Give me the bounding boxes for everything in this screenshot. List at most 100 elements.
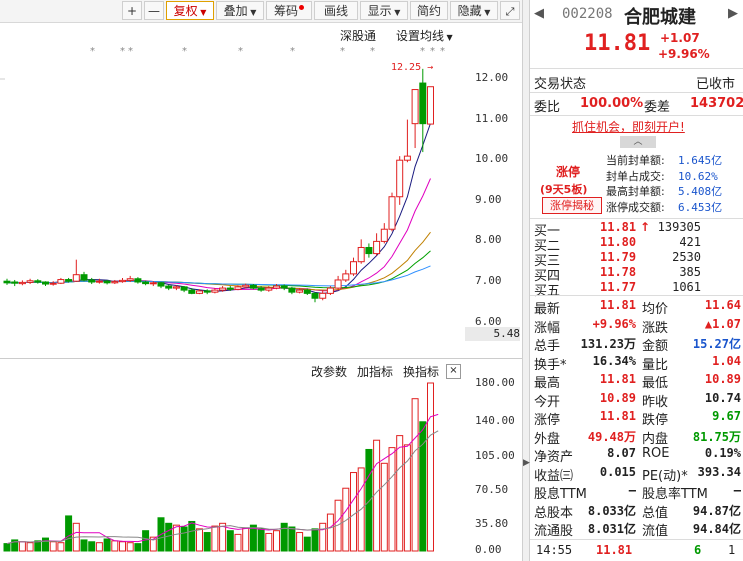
candle-body bbox=[427, 86, 434, 125]
candle bbox=[350, 257, 357, 276]
candle bbox=[319, 290, 327, 301]
candle-body bbox=[350, 261, 357, 275]
volume-bar bbox=[411, 398, 419, 552]
expand-icon[interactable]: ⤢ bbox=[500, 1, 520, 20]
volume-svg bbox=[3, 382, 439, 552]
stat-value: 8.033亿 bbox=[587, 503, 636, 518]
candle bbox=[342, 269, 350, 282]
volume-bar bbox=[95, 542, 103, 552]
volume-bar bbox=[3, 543, 11, 552]
volume-bar bbox=[196, 528, 203, 552]
volume-bar bbox=[303, 536, 311, 552]
fd-label: 涨停成交额: bbox=[606, 200, 665, 214]
vol-tick: 70.50 bbox=[475, 483, 509, 496]
fd-label: 当前封单额: bbox=[606, 154, 665, 167]
candle bbox=[388, 192, 396, 232]
bid-volume: 139305 bbox=[657, 220, 701, 234]
fd-value: 5.408亿 bbox=[678, 185, 723, 198]
candle bbox=[403, 119, 411, 163]
panel-splitter[interactable]: ▶ bbox=[522, 0, 530, 561]
candle-body bbox=[334, 279, 342, 289]
zoom-out-button[interactable]: — bbox=[144, 1, 164, 20]
candle-body bbox=[280, 285, 288, 289]
bid-price: 11.79 bbox=[600, 250, 637, 264]
vol-tick: 0.00 bbox=[475, 543, 502, 556]
zoom-in-button[interactable]: + bbox=[122, 1, 142, 20]
diejia-dropdown[interactable]: 叠加 ▼ bbox=[216, 1, 264, 20]
huaxian-button[interactable]: 画线 bbox=[314, 1, 358, 20]
bid-price: 11.78 bbox=[600, 265, 637, 279]
candle-body bbox=[165, 285, 173, 289]
vol-tick: 180.00 bbox=[475, 376, 515, 389]
volume-bar bbox=[165, 522, 173, 552]
diejia-label: 叠加 bbox=[223, 4, 248, 18]
candle-body bbox=[119, 279, 126, 283]
candle-body bbox=[303, 289, 311, 294]
stat-value: 10.89 bbox=[599, 390, 636, 405]
zt-label: 涨停 bbox=[556, 165, 581, 179]
open-account-link[interactable]: 抓住机会，即刻开户! bbox=[572, 118, 685, 135]
candle-body bbox=[403, 155, 411, 161]
yincang-label: 隐藏 bbox=[457, 4, 482, 18]
jianyue-button[interactable]: 简约 bbox=[410, 1, 448, 20]
stat-value: 0.19% bbox=[704, 446, 741, 460]
candle bbox=[380, 223, 388, 244]
weibi-value: 100.00% bbox=[580, 96, 644, 111]
stat-value: 8.07 bbox=[607, 446, 636, 460]
stat-label: 外盘 bbox=[534, 431, 561, 447]
candle-body bbox=[342, 273, 350, 281]
volume-bar bbox=[296, 532, 304, 552]
candle-body bbox=[26, 280, 34, 283]
ma-line-10 bbox=[6, 178, 431, 292]
volume-bar bbox=[88, 541, 96, 552]
bid-price: 11.81 bbox=[600, 220, 637, 234]
candle-body bbox=[57, 279, 65, 284]
price-chart[interactable]: 深股通 设置均线 ▼ * * * * * * * * * * * 12.25 → 12.00 11.… bbox=[0, 23, 522, 358]
candle bbox=[288, 286, 296, 295]
chart-toolbar: + — 复权 ▼ 叠加 ▼ 筹码 画线 显示 ▼ 简约 隐藏 ▼ ⤢ bbox=[0, 0, 522, 23]
stat-label: 流通股 bbox=[534, 524, 574, 539]
candle-body bbox=[211, 289, 219, 293]
candle-body bbox=[134, 278, 142, 283]
candle-body bbox=[357, 246, 365, 263]
candle bbox=[34, 279, 42, 284]
volume-bar bbox=[326, 513, 334, 552]
candle bbox=[396, 156, 404, 205]
bid-volume: 421 bbox=[679, 235, 701, 249]
chouma-button[interactable]: 筹码 bbox=[266, 1, 312, 20]
weicha-label: 委差 bbox=[644, 100, 671, 115]
divider bbox=[530, 218, 743, 219]
stat-label: 收益㈢ bbox=[534, 468, 574, 484]
candle-body bbox=[172, 286, 180, 289]
event-marker: * bbox=[290, 46, 295, 57]
collapse-arrow-icon[interactable]: ▶ bbox=[523, 458, 530, 468]
candle-body bbox=[288, 287, 296, 293]
volume-chart[interactable]: 改参数 加指标 换指标 × 180.00 140.00 105.00 70.50… bbox=[0, 359, 522, 561]
stat-value: 11.81 bbox=[599, 409, 636, 423]
next-stock-icon[interactable]: ▶ bbox=[728, 6, 738, 21]
caret-down-icon: ▼ bbox=[247, 8, 257, 17]
candle bbox=[165, 284, 173, 291]
stat-label: 涨幅 bbox=[534, 320, 561, 336]
candle-body bbox=[226, 287, 234, 290]
collapse-icon[interactable]: ︿ bbox=[620, 136, 656, 148]
yincang-dropdown[interactable]: 隐藏 ▼ bbox=[450, 1, 498, 20]
candle-body bbox=[273, 285, 280, 289]
fuquan-dropdown[interactable]: 复权 ▼ bbox=[166, 1, 214, 20]
candle-body bbox=[3, 280, 11, 284]
stat-value: — bbox=[733, 483, 741, 497]
bid-volume: 385 bbox=[679, 265, 701, 279]
bid-price: 11.77 bbox=[600, 280, 637, 294]
candle-body bbox=[18, 281, 26, 285]
zt-reveal-button[interactable]: 涨停揭秘 bbox=[542, 197, 602, 214]
stat-value: 9.67 bbox=[712, 409, 741, 423]
candle-body bbox=[234, 286, 242, 290]
price-change-pct: +9.96% bbox=[658, 47, 710, 61]
prev-stock-icon[interactable]: ◀ bbox=[534, 6, 544, 21]
stat-value: 81.75万 bbox=[692, 429, 741, 444]
xianshi-dropdown[interactable]: 显示 ▼ bbox=[360, 1, 408, 20]
stat-row: 涨幅 +9.96% 涨跌 ▲1.07 bbox=[530, 317, 743, 336]
high-marker-value: 12.25 bbox=[391, 62, 422, 73]
candle-body bbox=[88, 279, 96, 283]
volume-bar bbox=[42, 537, 49, 552]
